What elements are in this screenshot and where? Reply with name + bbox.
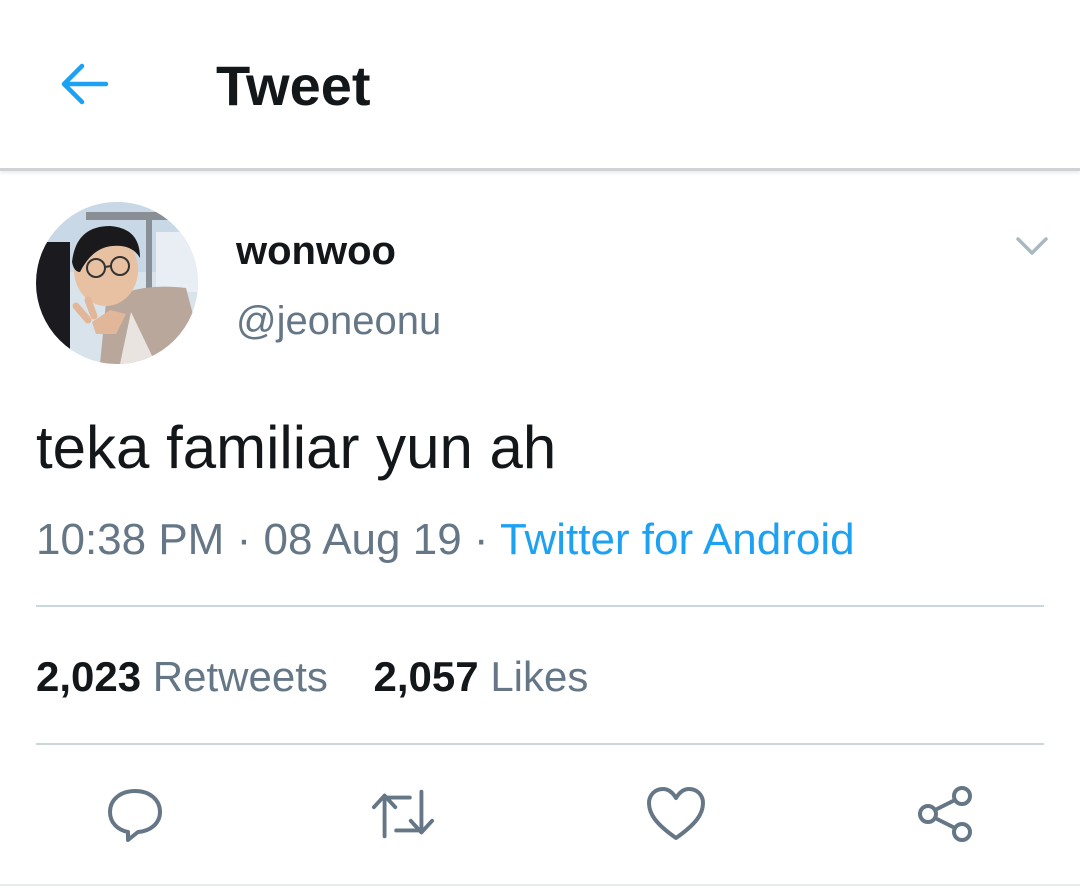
likes-count: 2,057 [373, 653, 479, 700]
retweets-count: 2,023 [36, 653, 142, 700]
tweet-text: teka familiar yun ah [36, 414, 557, 481]
likes-label: Likes [490, 653, 589, 700]
tweet-date: 08 Aug 19 [263, 515, 462, 564]
retweet-button[interactable] [371, 782, 435, 846]
share-icon [918, 786, 972, 842]
share-button[interactable] [913, 782, 977, 846]
back-button[interactable] [48, 48, 120, 120]
author-display-name[interactable]: wonwoo [236, 228, 396, 274]
tweet-menu-button[interactable] [1008, 222, 1056, 270]
retweets-stat[interactable]: 2,023 Retweets [36, 652, 328, 702]
meta-separator: · [473, 515, 489, 564]
tweet-time: 10:38 PM [36, 515, 225, 564]
divider [36, 743, 1044, 745]
page-title: Tweet [216, 54, 371, 117]
divider [0, 884, 1080, 886]
author-handle: @jeoneonu [236, 299, 442, 343]
reply-button[interactable] [103, 782, 167, 846]
tweet-stats: 2,023 Retweets 2,057 Likes [36, 652, 622, 702]
tweet-meta: 10:38 PM · 08 Aug 19 · Twitter for Andro… [36, 514, 855, 566]
reply-icon [108, 789, 162, 842]
tweet-source-link[interactable]: Twitter for Android [500, 515, 855, 564]
meta-separator: · [236, 515, 252, 564]
like-button[interactable] [644, 782, 708, 846]
retweets-label: Retweets [152, 653, 328, 700]
top-app-bar: Tweet [0, 0, 1080, 171]
like-icon [647, 787, 705, 840]
chevron-down-icon [1016, 237, 1048, 255]
divider [36, 605, 1044, 607]
avatar[interactable] [36, 202, 198, 364]
likes-stat[interactable]: 2,057 Likes [374, 652, 589, 702]
tweet-detail-screen: Tweet wonwoo @jeoneonu teka familiar yun… [0, 0, 1080, 893]
avatar-photo [36, 202, 198, 364]
arrow-left-icon [61, 63, 109, 105]
retweet-icon [371, 789, 435, 839]
